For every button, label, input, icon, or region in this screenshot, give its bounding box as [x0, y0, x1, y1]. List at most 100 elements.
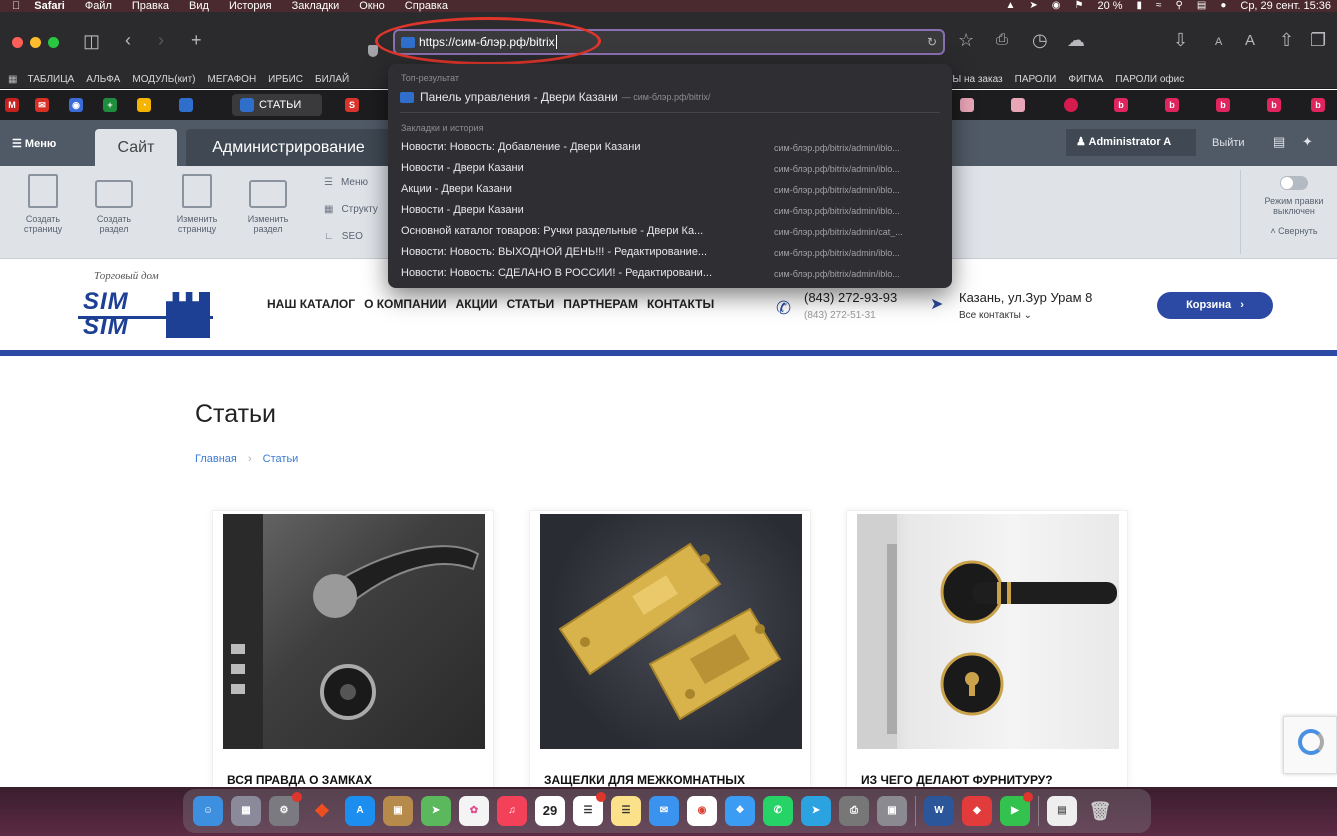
create-section-button[interactable]: Создать раздел	[84, 174, 144, 234]
control-center-icon[interactable]: ▤	[1197, 0, 1206, 12]
tab-b-1[interactable]: b	[1109, 94, 1133, 116]
safari-icon[interactable]: ❖	[725, 796, 755, 826]
tab-pink-2[interactable]	[1006, 94, 1030, 116]
collapse-button[interactable]: ˄ Свернуть	[1257, 226, 1331, 236]
sidebar-toggle-icon[interactable]: ◫	[83, 31, 100, 51]
tab-administration[interactable]: Администрирование	[186, 129, 391, 166]
font-smaller-icon[interactable]: A	[1215, 32, 1222, 52]
telegram-status-icon[interactable]: ➤	[1029, 0, 1037, 12]
article-title[interactable]: ЗАЩЕЛКИ ДЛЯ МЕЖКОМНАТНЫХ	[544, 773, 745, 787]
menu-history[interactable]: История	[229, 0, 272, 12]
maps-icon[interactable]: ➤	[421, 796, 451, 826]
tab-site[interactable]	[174, 94, 198, 116]
preview-icon[interactable]: ▣	[877, 796, 907, 826]
word-icon[interactable]: W	[924, 796, 954, 826]
finder-icon[interactable]: ☺	[193, 796, 223, 826]
nav-articles[interactable]: СТАТЬИ	[507, 297, 555, 311]
bookmark-item[interactable]: ПАРОЛИ офис	[1115, 74, 1184, 85]
tab-sber[interactable]: S	[340, 94, 364, 116]
address-bar-url[interactable]: https://сим-блэр.рф/bitrix	[419, 35, 555, 49]
figma-icon[interactable]: ❖	[307, 796, 337, 826]
chrome-icon[interactable]: ◉	[687, 796, 717, 826]
menu-file[interactable]: Файл	[85, 0, 112, 12]
top-result-item[interactable]: Панель управления - Двери Казани — сим-б…	[400, 90, 710, 104]
mail-icon[interactable]: ✉	[649, 796, 679, 826]
bookmark-item[interactable]: АЛЬФА	[86, 74, 120, 85]
telegram-icon[interactable]: ➤	[801, 796, 831, 826]
tab-b-2[interactable]: b	[1160, 94, 1184, 116]
forward-button-icon[interactable]: ›	[158, 30, 164, 50]
article-image-hardware[interactable]	[857, 514, 1119, 749]
structure-tool[interactable]: ▦ Структу	[324, 203, 378, 230]
nav-partners[interactable]: ПАРТНЕРАМ	[563, 297, 638, 311]
tab-gmail[interactable]: M	[0, 94, 24, 116]
printer-app-icon[interactable]: ⎙	[839, 796, 869, 826]
menu-app-safari[interactable]: Safari	[34, 0, 65, 12]
recaptcha-badge[interactable]	[1283, 716, 1337, 774]
cloud-icon[interactable]: ☁	[1067, 30, 1085, 50]
history-item[interactable]: Новости: Новость: СДЕЛАНО В РОССИИ! - Ре…	[401, 264, 941, 284]
whatsapp-icon[interactable]: ✆	[763, 796, 793, 826]
close-window-button[interactable]	[12, 37, 23, 48]
bookmark-item[interactable]: ФИГМА	[1068, 74, 1103, 85]
nav-contacts[interactable]: КОНТАКТЫ	[647, 297, 714, 311]
nav-promotions[interactable]: АКЦИИ	[456, 297, 498, 311]
music-icon[interactable]: ♫	[497, 796, 527, 826]
article-title[interactable]: ВСЯ ПРАВДА О ЗАМКАХ	[227, 773, 372, 787]
pin-icon[interactable]: ✦	[1302, 134, 1313, 150]
history-item[interactable]: Новости: Новость: Добавление - Двери Каз…	[401, 138, 941, 158]
tabs-overview-icon[interactable]: ❐	[1310, 30, 1326, 50]
history-item[interactable]: Основной каталог товаров: Ручки раздельн…	[401, 222, 941, 242]
menu-view[interactable]: Вид	[189, 0, 209, 12]
photos-icon[interactable]: ✿	[459, 796, 489, 826]
bookmarks-grid-icon[interactable]: ▦	[8, 74, 17, 85]
tab-b-5[interactable]: b	[1306, 94, 1330, 116]
menu-window[interactable]: Окно	[359, 0, 385, 12]
wifi-icon[interactable]: ≈	[1156, 0, 1162, 12]
clock[interactable]: Ср, 29 сент. 15:36	[1240, 0, 1331, 12]
menu-edit[interactable]: Правка	[132, 0, 169, 12]
history-item[interactable]: Новости - Двери Казани сим-блэр.рф/bitrix…	[401, 201, 941, 221]
app-store-icon[interactable]: A	[345, 796, 375, 826]
tab-browser[interactable]: ◉	[64, 94, 88, 116]
menu-bookmarks[interactable]: Закладки	[292, 0, 340, 12]
tab-red-1[interactable]	[1059, 94, 1083, 116]
bookmark-item[interactable]: ТАБЛИЦА	[27, 74, 74, 85]
user-button[interactable]: ♟ Administrator A	[1066, 129, 1196, 156]
facetime-icon[interactable]: ▶	[1000, 792, 1033, 826]
archive-icon[interactable]: ▣	[383, 796, 413, 826]
nav-about[interactable]: О КОМПАНИИ	[364, 297, 447, 311]
history-item[interactable]: Новости - Двери Казани сим-блэр.рф/bitrix…	[401, 159, 941, 179]
privacy-shield-icon[interactable]	[368, 45, 378, 57]
bitrix-menu-button[interactable]: ☰ Меню	[12, 137, 56, 150]
bookmark-item[interactable]: МЕГАФОН	[207, 74, 256, 85]
breadcrumb-current[interactable]: Статьи	[263, 453, 299, 465]
tab-b-4[interactable]: b	[1262, 94, 1286, 116]
bookmark-item[interactable]: ПАРОЛИ	[1015, 74, 1057, 85]
siri-icon[interactable]: ●	[1220, 0, 1226, 12]
article-image-door-lock[interactable]	[223, 514, 485, 749]
address-bar[interactable]: https://сим-блэр.рф/bitrix ↻	[393, 29, 945, 55]
tab-b-3[interactable]: b	[1211, 94, 1235, 116]
launchpad-icon[interactable]: ▦	[231, 796, 261, 826]
article-card[interactable]: ИЗ ЧЕГО ДЕЛАЮТ ФУРНИТУРУ?	[846, 510, 1128, 790]
article-title[interactable]: ИЗ ЧЕГО ДЕЛАЮТ ФУРНИТУРУ?	[861, 773, 1053, 787]
share-icon[interactable]: ⇧	[1279, 30, 1294, 50]
article-image-latch[interactable]	[540, 514, 802, 749]
cart-button[interactable]: Корзина ›	[1157, 292, 1273, 319]
tab-active-articles[interactable]: СТАТЬИ	[232, 94, 322, 116]
reminders-icon[interactable]: ☰	[573, 792, 606, 826]
system-preferences-icon[interactable]: ⚙	[269, 792, 302, 826]
history-clock-icon[interactable]: ◷	[1032, 30, 1048, 50]
trash-icon[interactable]: 🗑	[1085, 796, 1115, 826]
back-button-icon[interactable]: ‹	[125, 30, 131, 50]
apple-icon[interactable]: 	[12, 0, 20, 12]
downloads-icon[interactable]: ⇩	[1173, 30, 1188, 50]
history-item[interactable]: Акции - Двери Казани сим-блэр.рф/bitrix/a…	[401, 180, 941, 200]
record-status-icon[interactable]: ◉	[1052, 0, 1061, 12]
edit-page-button[interactable]: Изменить страницу	[167, 174, 227, 234]
anydesk-icon[interactable]: ◆	[962, 796, 992, 826]
article-card[interactable]: ВСЯ ПРАВДА О ЗАМКАХ	[212, 510, 494, 790]
all-contacts-link[interactable]: Все контакты ⌄	[959, 310, 1032, 321]
site-logo[interactable]: Торговый дом SIM SIM	[78, 268, 218, 340]
